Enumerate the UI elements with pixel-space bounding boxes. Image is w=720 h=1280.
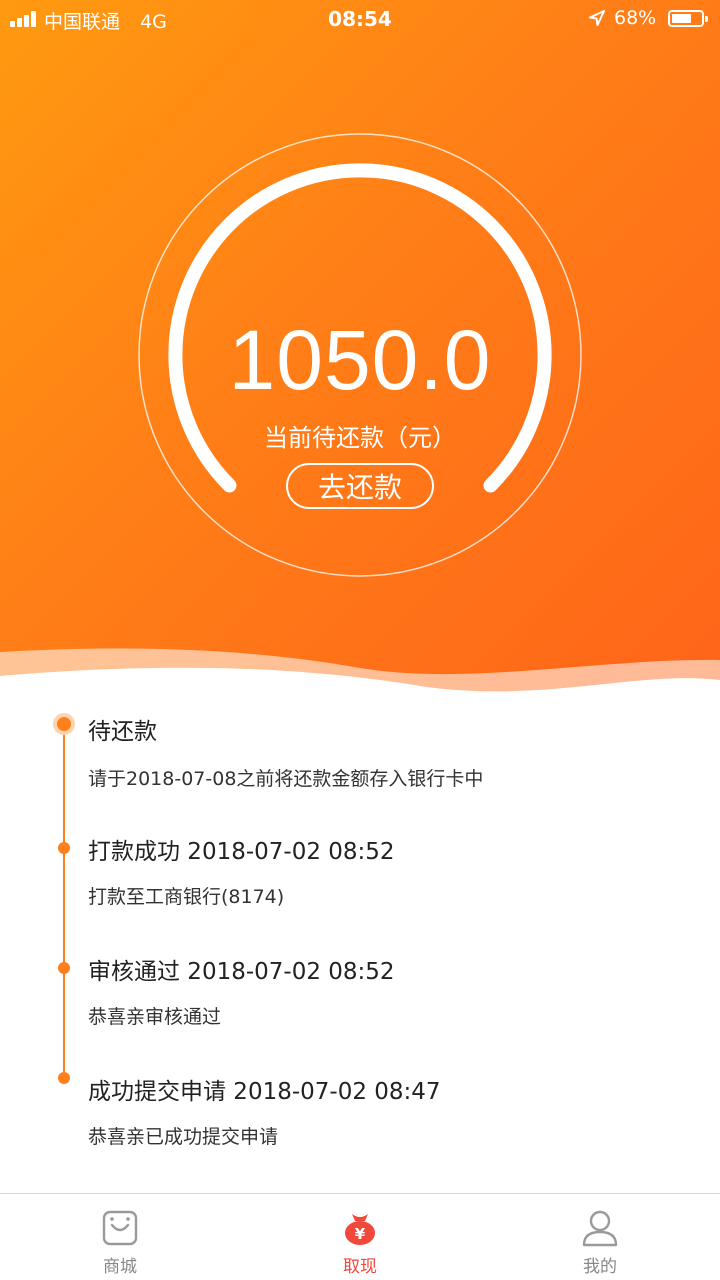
battery-fill	[672, 14, 691, 23]
timeline-title: 审核通过 2018-07-02 08:52	[88, 959, 395, 985]
pending-amount: 1050.0	[228, 313, 492, 407]
timeline-dot-active	[53, 713, 75, 735]
header-hero: 中国联通 4G 08:54 68% 1050.0 当前待还款（元） 去还款	[0, 0, 720, 700]
tab-mine[interactable]: 我的	[480, 1194, 720, 1280]
timeline-desc: 恭喜亲已成功提交申请	[88, 1126, 279, 1148]
battery-icon	[668, 10, 708, 27]
status-bar: 中国联通 4G 08:54 68%	[0, 0, 720, 38]
tab-label: 取现	[343, 1257, 377, 1277]
shopping-bag-icon	[102, 1210, 138, 1246]
timeline-desc: 恭喜亲审核通过	[88, 1006, 222, 1028]
timeline-title: 打款成功 2018-07-02 08:52	[88, 839, 395, 865]
timeline-dot	[58, 962, 70, 974]
person-icon	[582, 1210, 618, 1247]
timeline-desc: 打款至工商银行(8174)	[88, 886, 285, 908]
repay-button[interactable]: 去还款	[286, 463, 434, 509]
tab-label: 商城	[103, 1257, 137, 1277]
wave-divider	[0, 648, 720, 700]
timeline-dot	[58, 1072, 70, 1084]
tab-label: 我的	[583, 1257, 617, 1277]
timeline-dot	[58, 842, 70, 854]
battery-percent: 68%	[614, 7, 657, 29]
timeline-title: 待还款	[88, 719, 157, 745]
location-arrow-icon	[589, 10, 605, 26]
pending-amount-label: 当前待还款（元）	[264, 424, 456, 452]
money-bag-icon: ¥	[345, 1214, 375, 1245]
svg-text:¥: ¥	[355, 1225, 366, 1243]
timeline-desc: 请于2018-07-08之前将还款金额存入银行卡中	[88, 768, 484, 790]
clock: 08:54	[328, 7, 392, 31]
timeline-title: 成功提交申请 2018-07-02 08:47	[88, 1079, 441, 1105]
tab-cash[interactable]: ¥ 取现	[240, 1194, 480, 1280]
tab-mall[interactable]: 商城	[0, 1194, 240, 1280]
bottom-tab-bar: 商城 ¥ 取现 我的	[0, 1193, 720, 1280]
timeline-line	[63, 724, 65, 1078]
